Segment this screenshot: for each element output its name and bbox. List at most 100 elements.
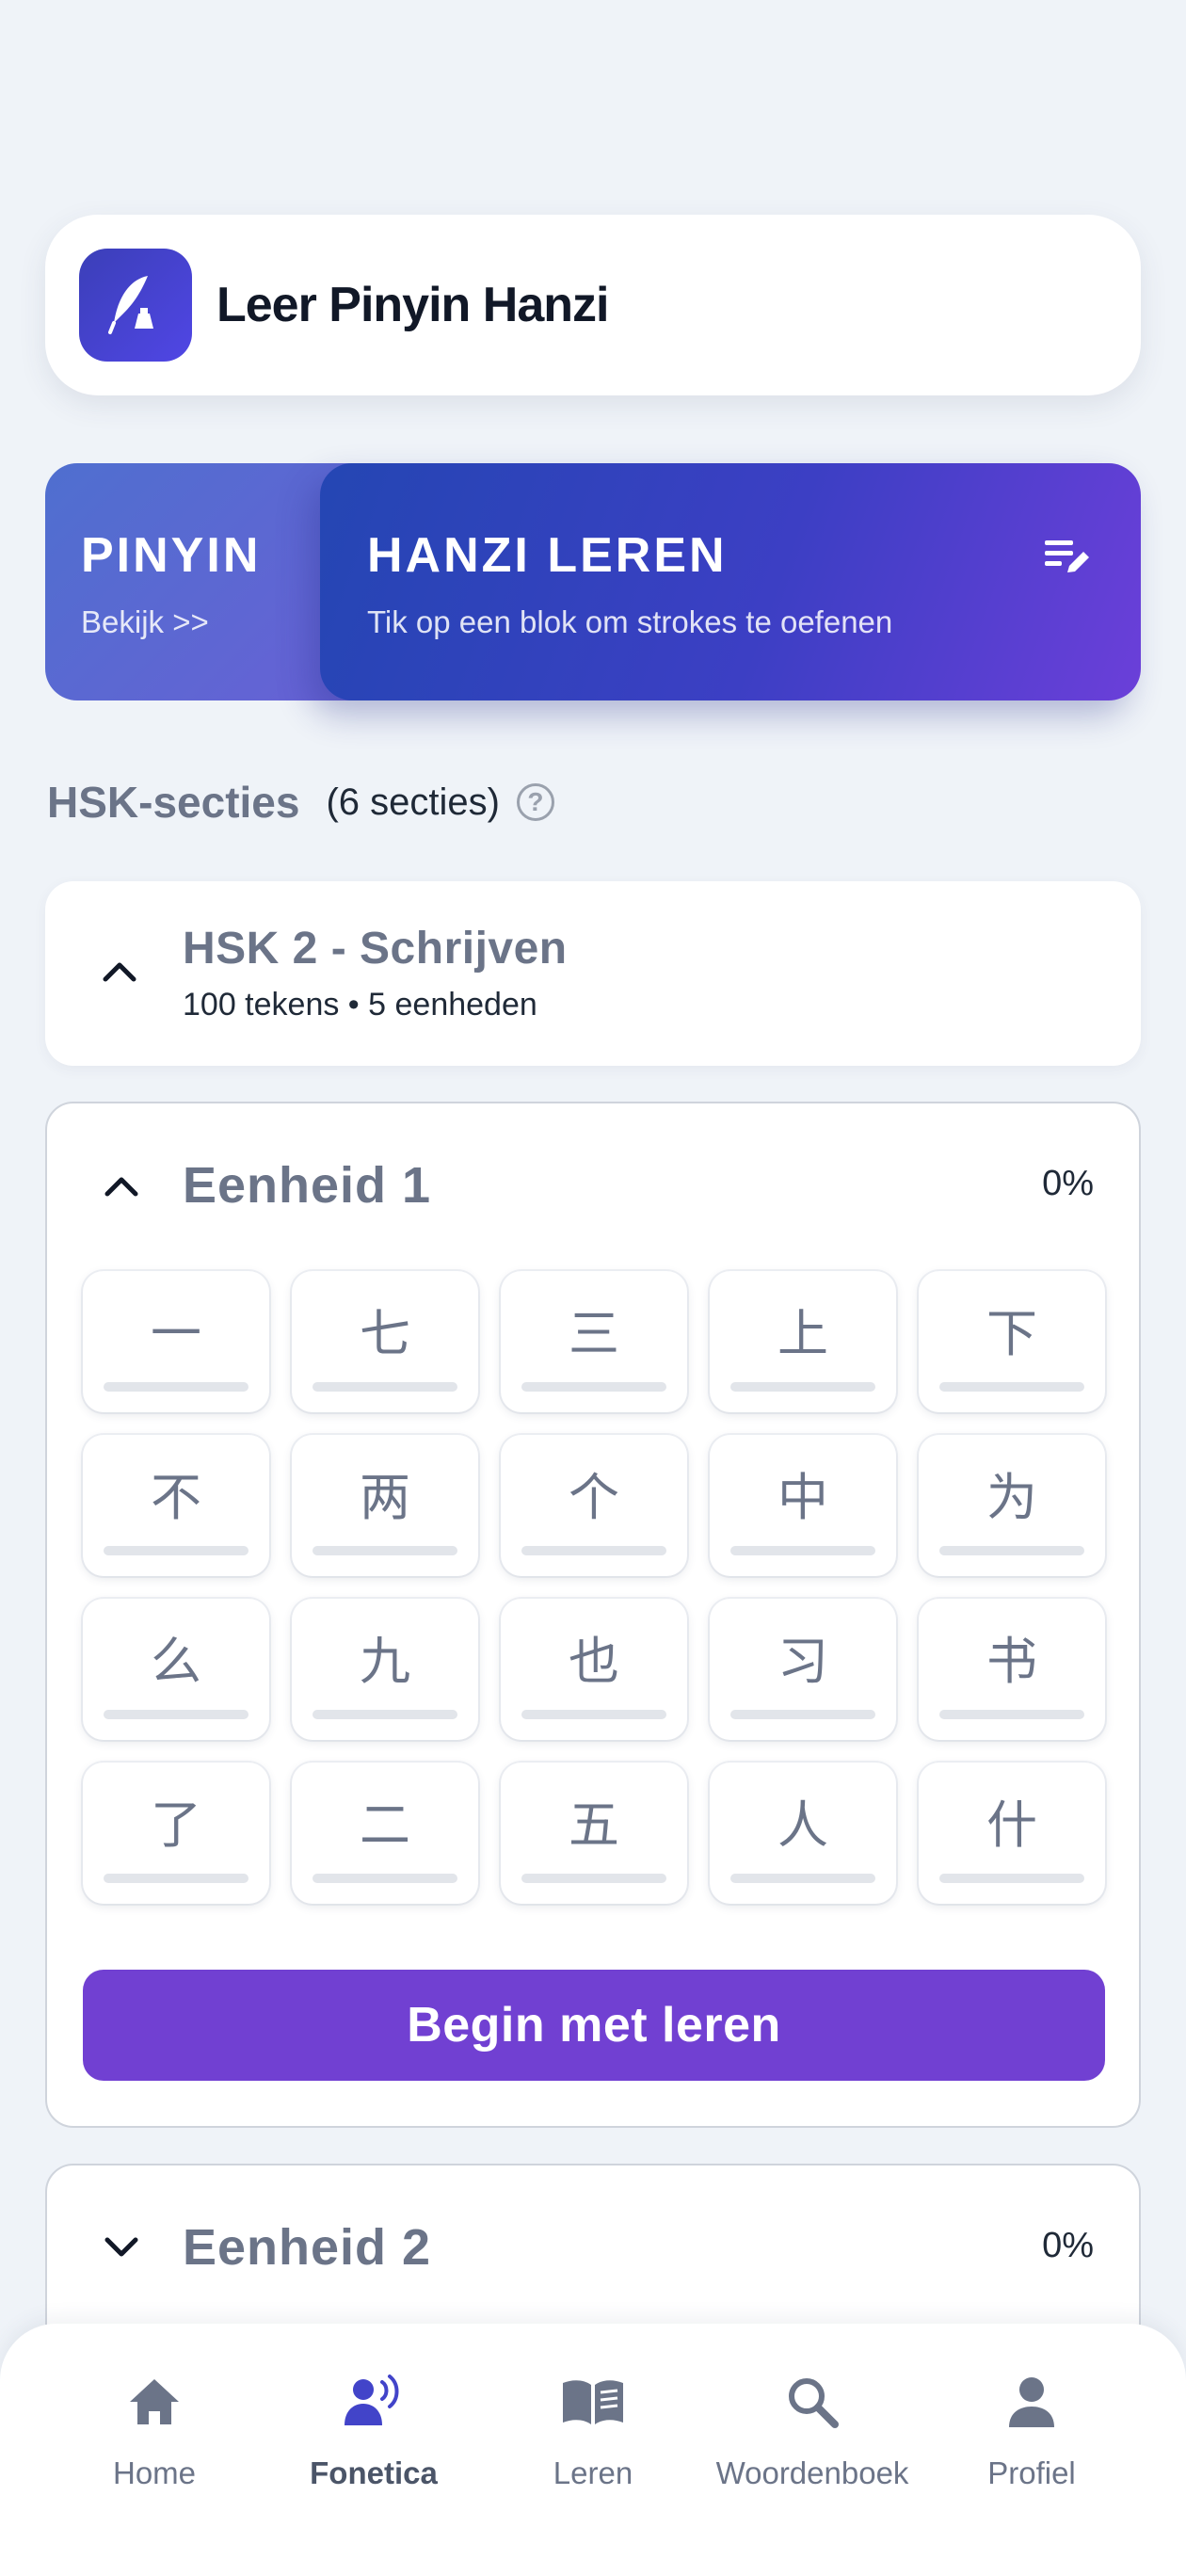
app-header: Leer Pinyin Hanzi: [45, 215, 1141, 395]
character-tile[interactable]: 九: [292, 1599, 478, 1740]
tile-progress-bar: [313, 1382, 457, 1392]
speaker-person-icon: [264, 2361, 483, 2442]
search-icon: [703, 2361, 922, 2442]
tile-progress-bar: [939, 1874, 1084, 1883]
nav-label: Fonetica: [310, 2455, 438, 2490]
nav-item-leren[interactable]: Leren: [484, 2361, 702, 2491]
character: 三: [569, 1304, 619, 1363]
character-tile[interactable]: 什: [919, 1763, 1105, 1904]
unit-card: Eenheid 1 0% 一 七 三 上 下 不 两 个 中 为 么 九 也 习…: [45, 1102, 1141, 2128]
nav-label: Home: [112, 2455, 197, 2490]
character-tile[interactable]: 中: [710, 1435, 896, 1576]
tile-progress-bar: [313, 1874, 457, 1883]
character: 人: [777, 1795, 828, 1855]
tile-progress-bar: [521, 1382, 666, 1392]
tile-progress-bar: [313, 1546, 457, 1555]
sections-header: HSK-secties (6 secties) ?: [47, 772, 554, 832]
character: 七: [360, 1304, 410, 1363]
tile-progress-bar: [939, 1710, 1084, 1719]
tile-progress-bar: [730, 1710, 875, 1719]
character: 中: [777, 1468, 828, 1527]
tile-progress-bar: [730, 1874, 875, 1883]
app-title: Leer Pinyin Hanzi: [216, 278, 609, 332]
book-icon: [484, 2361, 702, 2442]
character-tile[interactable]: 下: [919, 1271, 1105, 1412]
unit-progress-percent: 0%: [1042, 2226, 1094, 2265]
sections-count: (6 secties): [326, 781, 500, 823]
character: 么: [151, 1632, 201, 1691]
hsk-section-meta: 100 tekens • 5 eenheden: [183, 987, 537, 1022]
character-grid: 一 七 三 上 下 不 两 个 中 为 么 九 也 习 书 了 二 五 人 什: [83, 1271, 1109, 1904]
hsk-section-title: HSK 2 - Schrijven: [183, 924, 568, 974]
sections-title: HSK-secties: [47, 778, 300, 827]
character: 上: [777, 1304, 828, 1363]
unit-progress-percent: 0%: [1042, 1164, 1094, 1203]
nav-label: Leren: [553, 2455, 633, 2490]
character-tile[interactable]: 么: [83, 1599, 269, 1740]
character: 习: [777, 1632, 828, 1691]
tile-progress-bar: [104, 1710, 248, 1719]
tile-progress-bar: [730, 1546, 875, 1555]
character: 九: [360, 1632, 410, 1691]
start-learning-button[interactable]: Begin met leren: [83, 1970, 1105, 2081]
quill-logo-icon: [79, 249, 192, 362]
character-tile[interactable]: 为: [919, 1435, 1105, 1576]
tile-progress-bar: [521, 1710, 666, 1719]
character: 也: [569, 1632, 619, 1691]
tile-progress-bar: [104, 1546, 248, 1555]
character-tile[interactable]: 一: [83, 1271, 269, 1412]
tile-progress-bar: [730, 1382, 875, 1392]
hanzi-card[interactable]: HANZI LEREN Tik op een blok om strokes t…: [320, 463, 1141, 700]
character-tile[interactable]: 不: [83, 1435, 269, 1576]
character: 书: [986, 1632, 1037, 1691]
tile-progress-bar: [939, 1546, 1084, 1555]
tile-progress-bar: [104, 1382, 248, 1392]
hanzi-card-title: HANZI LEREN: [367, 528, 728, 583]
tile-progress-bar: [313, 1710, 457, 1719]
character-tile[interactable]: 五: [501, 1763, 687, 1904]
character: 什: [986, 1795, 1037, 1855]
bottom-navigation: Home Fonetica Leren Woordenboek Profiel: [0, 2324, 1186, 2576]
character-tile[interactable]: 书: [919, 1599, 1105, 1740]
nav-item-profiel[interactable]: Profiel: [922, 2361, 1141, 2491]
chevron-down-icon[interactable]: [104, 2235, 139, 2260]
character-tile[interactable]: 七: [292, 1271, 478, 1412]
character-tile[interactable]: 也: [501, 1599, 687, 1740]
character: 下: [986, 1304, 1037, 1363]
tile-progress-bar: [939, 1382, 1084, 1392]
person-icon: [922, 2361, 1141, 2442]
character-tile[interactable]: 上: [710, 1271, 896, 1412]
character: 为: [986, 1468, 1037, 1527]
character-tile[interactable]: 三: [501, 1271, 687, 1412]
character: 二: [360, 1795, 410, 1855]
unit-title[interactable]: Eenheid 2: [183, 2218, 431, 2277]
nav-label: Woordenboek: [715, 2455, 909, 2490]
tile-progress-bar: [521, 1546, 666, 1555]
hsk-section-card[interactable]: HSK 2 - Schrijven 100 tekens • 5 eenhede…: [45, 881, 1141, 1066]
mode-selector: PINYIN Bekijk >> HANZI LEREN Tik op een …: [45, 463, 1141, 700]
nav-item-home[interactable]: Home: [45, 2361, 264, 2491]
hanzi-card-subtitle: Tik op een blok om strokes te oefenen: [367, 604, 893, 639]
character-tile[interactable]: 习: [710, 1599, 896, 1740]
character-tile[interactable]: 个: [501, 1435, 687, 1576]
nav-label: Profiel: [987, 2455, 1076, 2490]
chevron-up-icon[interactable]: [104, 1173, 139, 1198]
tile-progress-bar: [104, 1874, 248, 1883]
character: 个: [569, 1468, 619, 1527]
nav-item-fonetica[interactable]: Fonetica: [264, 2361, 483, 2491]
nav-item-woordenboek[interactable]: Woordenboek: [703, 2361, 922, 2491]
character-tile[interactable]: 两: [292, 1435, 478, 1576]
character: 两: [360, 1468, 410, 1527]
character: 一: [151, 1304, 201, 1363]
character-tile[interactable]: 二: [292, 1763, 478, 1904]
chevron-up-icon: [103, 962, 136, 982]
character-tile[interactable]: 了: [83, 1763, 269, 1904]
character: 五: [569, 1795, 619, 1855]
character: 不: [151, 1468, 201, 1527]
edit-note-icon: [1043, 537, 1092, 583]
unit-title[interactable]: Eenheid 1: [183, 1156, 431, 1215]
home-icon: [45, 2361, 264, 2442]
help-icon[interactable]: ?: [516, 783, 554, 821]
character-tile[interactable]: 人: [710, 1763, 896, 1904]
tile-progress-bar: [521, 1874, 666, 1883]
